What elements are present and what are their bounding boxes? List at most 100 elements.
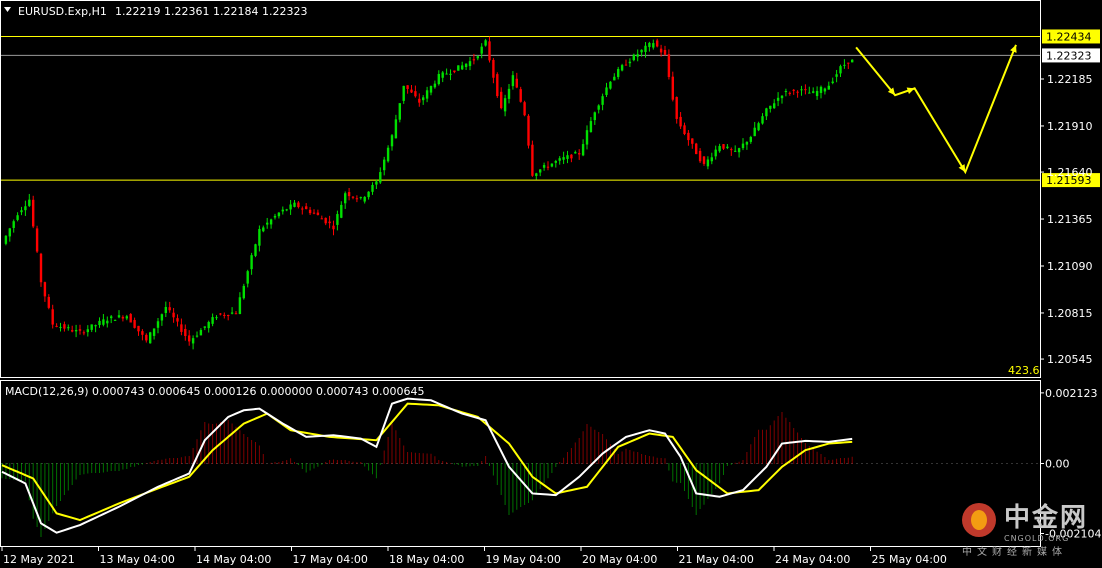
candle-body [227,315,230,317]
candle-body [585,130,589,145]
time-tick-label: 12 May 2021 [3,553,75,566]
macd-tick-label: 0.00 [1045,458,1070,471]
macd-lines [1,397,853,534]
candle-body [117,315,121,318]
candle-body [223,314,226,316]
candle-body [675,97,678,119]
candle-body [71,330,74,332]
candle-body [519,89,522,102]
candle-body [570,154,573,159]
candle-body [332,225,335,230]
candle-body [831,81,834,83]
candle-body [59,326,62,328]
candle-body [507,88,511,99]
candle-body [94,325,97,327]
candle-body [336,214,339,225]
candle-body [141,331,144,335]
candle-body [422,97,425,101]
candle-body [679,116,682,127]
candle-body [851,59,854,63]
candle-body [340,204,343,218]
candle-body [745,141,749,145]
candle-body [464,63,468,68]
candle-body [250,255,253,270]
candle-body [636,54,639,57]
candle-body [363,196,366,202]
candlesticks [4,36,854,350]
candle-body [640,49,643,53]
projection-path [855,44,1017,175]
candle-body [710,157,713,162]
level-price-label: 1.22323 [1046,49,1092,62]
candle-body [102,319,105,325]
candle-body [702,156,706,164]
candle-body [706,159,710,167]
time-tick-label: 19 May 04:00 [486,553,561,566]
macd-line [1,397,853,534]
candle-body [722,144,725,149]
candle-body [246,271,249,284]
candle-body [535,173,538,176]
candle-body [379,172,382,183]
candle-body [776,97,780,101]
candle-body [624,64,628,66]
candle-body [773,103,776,109]
candle-body [441,72,444,78]
menu-triangle-icon[interactable] [4,7,11,12]
candle-body [496,74,499,97]
projection-arrowhead [906,87,915,95]
candle-body [453,70,456,73]
candle-body [308,209,312,214]
candle-body [168,307,171,311]
candle-body [121,316,125,319]
candle-body [285,209,288,211]
signal-line [1,402,853,522]
candle-body [63,324,66,329]
candle-body [234,313,238,315]
projection-line [855,44,1017,175]
candle-body [242,285,245,299]
candle-body [406,85,409,89]
candle-body [741,143,745,149]
candle-body [266,222,269,225]
candle-body [12,221,15,228]
candle-body [796,91,799,93]
candle-body [511,75,515,87]
time-tick-label: 18 May 04:00 [389,553,464,566]
candle-body [780,95,784,99]
candle-body [305,206,308,210]
candle-body [297,202,300,208]
candle-body [554,161,557,163]
candle-body [188,335,191,342]
candle-body [184,328,187,337]
time-tick-label: 25 May 04:00 [872,553,947,566]
candle-body [804,89,807,91]
candle-body [328,221,331,224]
candle-body [137,325,140,332]
price-panel-border [0,0,1041,378]
candle-body [730,149,733,151]
candle-body [281,209,284,212]
candle-body [644,45,647,52]
candle-body [43,282,47,297]
candle-body [8,228,11,237]
candle-body [254,244,257,256]
candle-body [24,206,27,211]
candle-body [289,204,292,210]
chart-canvas: EURUSD.Exp,H1 1.22219 1.22361 1.22184 1.… [0,0,1101,566]
candle-body [312,212,316,214]
candle-body [757,123,760,131]
candle-body [51,309,54,325]
candle-body [468,61,472,67]
candle-body [648,42,651,48]
candle-body [503,98,507,112]
candle-body [215,317,218,319]
candle-body [402,85,405,101]
watermark-subtitle: 中文财经新媒体 [961,547,1067,558]
candle-body [269,219,273,225]
watermark-en: CNGOLD.ORG [1003,534,1070,543]
candle-body [367,191,370,198]
candle-body [808,92,811,94]
candle-body [488,41,491,61]
candle-body [293,202,296,207]
